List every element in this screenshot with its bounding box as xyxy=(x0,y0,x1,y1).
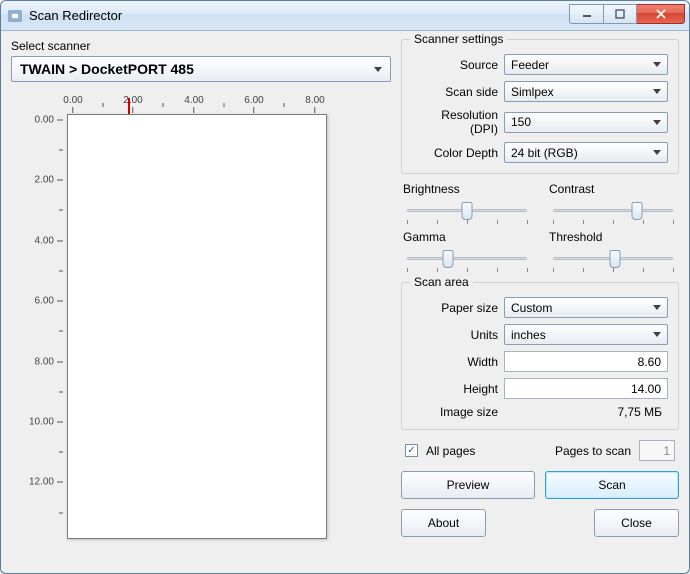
height-label: Height xyxy=(412,382,498,396)
scan-side-label: Scan side xyxy=(412,85,498,99)
about-button[interactable]: About xyxy=(401,509,486,537)
source-combo[interactable]: Feeder xyxy=(504,54,668,75)
footer-buttons: About Close xyxy=(401,509,679,537)
pages-to-scan-label: Pages to scan xyxy=(555,444,631,458)
contrast-label: Contrast xyxy=(549,182,677,196)
minimize-button[interactable] xyxy=(569,4,603,24)
scan-button[interactable]: Scan xyxy=(545,471,679,499)
all-pages-checkbox[interactable]: ✓ xyxy=(405,444,418,457)
resolution-combo[interactable]: 150 xyxy=(504,112,668,133)
scanner-settings-group: Scanner settings Source Feeder Scan side… xyxy=(401,39,679,174)
paper-size-label: Paper size xyxy=(412,301,498,315)
width-label: Width xyxy=(412,355,498,369)
brightness-block: Brightness xyxy=(403,182,531,226)
all-pages-label: All pages xyxy=(426,444,475,458)
maximize-button[interactable] xyxy=(603,4,637,24)
content-area: Select scanner TWAIN > DocketPORT 485 0.… xyxy=(1,31,689,573)
width-input[interactable]: 8.60 xyxy=(504,351,668,372)
scanner-settings-title: Scanner settings xyxy=(410,32,507,46)
scan-area-group: Scan area Paper size Custom Units inches… xyxy=(401,282,679,430)
color-depth-label: Color Depth xyxy=(412,146,498,160)
window-title: Scan Redirector xyxy=(29,8,569,23)
chevron-down-icon xyxy=(653,89,661,94)
resolution-label: Resolution (DPI) xyxy=(412,108,498,136)
chevron-down-icon xyxy=(653,120,661,125)
titlebar: Scan Redirector xyxy=(1,1,689,31)
contrast-block: Contrast xyxy=(549,182,677,226)
window-controls xyxy=(569,1,689,30)
brightness-label: Brightness xyxy=(403,182,531,196)
units-combo[interactable]: inches xyxy=(504,324,668,345)
preview-button[interactable]: Preview xyxy=(401,471,535,499)
ruler-vertical: 0.00 2.00 4.00 6.00 8.00 10.00 12.00 xyxy=(35,114,67,563)
threshold-slider[interactable] xyxy=(553,248,673,268)
close-button[interactable] xyxy=(637,4,685,24)
app-icon xyxy=(7,8,23,24)
scanner-combo-value: TWAIN > DocketPORT 485 xyxy=(20,61,194,77)
scan-area-title: Scan area xyxy=(410,275,473,289)
brightness-slider[interactable] xyxy=(407,200,527,220)
gamma-slider[interactable] xyxy=(407,248,527,268)
right-pane: Scanner settings Source Feeder Scan side… xyxy=(401,39,679,563)
scan-side-combo[interactable]: Simlpex xyxy=(504,81,668,102)
preview-canvas[interactable] xyxy=(67,114,327,539)
left-pane: Select scanner TWAIN > DocketPORT 485 0.… xyxy=(11,39,391,563)
sliders-area: Brightness Contrast Gamma Threshold xyxy=(401,182,679,274)
image-size-label: Image size xyxy=(412,405,498,419)
chevron-down-icon xyxy=(653,150,661,155)
chevron-down-icon xyxy=(653,332,661,337)
image-size-value: 7,75 МБ xyxy=(504,405,668,419)
ruler-horizontal: 0.00 2.00 4.00 6.00 8.00 xyxy=(67,92,391,114)
app-window: Scan Redirector Select scanner TWAIN > D… xyxy=(0,0,690,574)
select-scanner-label: Select scanner xyxy=(11,39,391,53)
pages-to-scan-input: 1 xyxy=(639,440,675,461)
color-depth-combo[interactable]: 24 bit (RGB) xyxy=(504,142,668,163)
gamma-block: Gamma xyxy=(403,230,531,274)
paper-size-combo[interactable]: Custom xyxy=(504,297,668,318)
close-dialog-button[interactable]: Close xyxy=(594,509,679,537)
pages-row: ✓ All pages Pages to scan 1 xyxy=(401,438,679,469)
height-input[interactable]: 14.00 xyxy=(504,378,668,399)
threshold-block: Threshold xyxy=(549,230,677,274)
chevron-down-icon xyxy=(653,305,661,310)
chevron-down-icon xyxy=(374,67,382,72)
scanner-combo[interactable]: TWAIN > DocketPORT 485 xyxy=(11,56,391,82)
contrast-slider[interactable] xyxy=(553,200,673,220)
preview-area: 0.00 2.00 4.00 6.00 8.00 0.00 2.00 4.00 xyxy=(11,92,391,563)
chevron-down-icon xyxy=(653,62,661,67)
action-buttons: Preview Scan xyxy=(401,471,679,499)
threshold-label: Threshold xyxy=(549,230,677,244)
units-label: Units xyxy=(412,328,498,342)
gamma-label: Gamma xyxy=(403,230,531,244)
source-label: Source xyxy=(412,58,498,72)
